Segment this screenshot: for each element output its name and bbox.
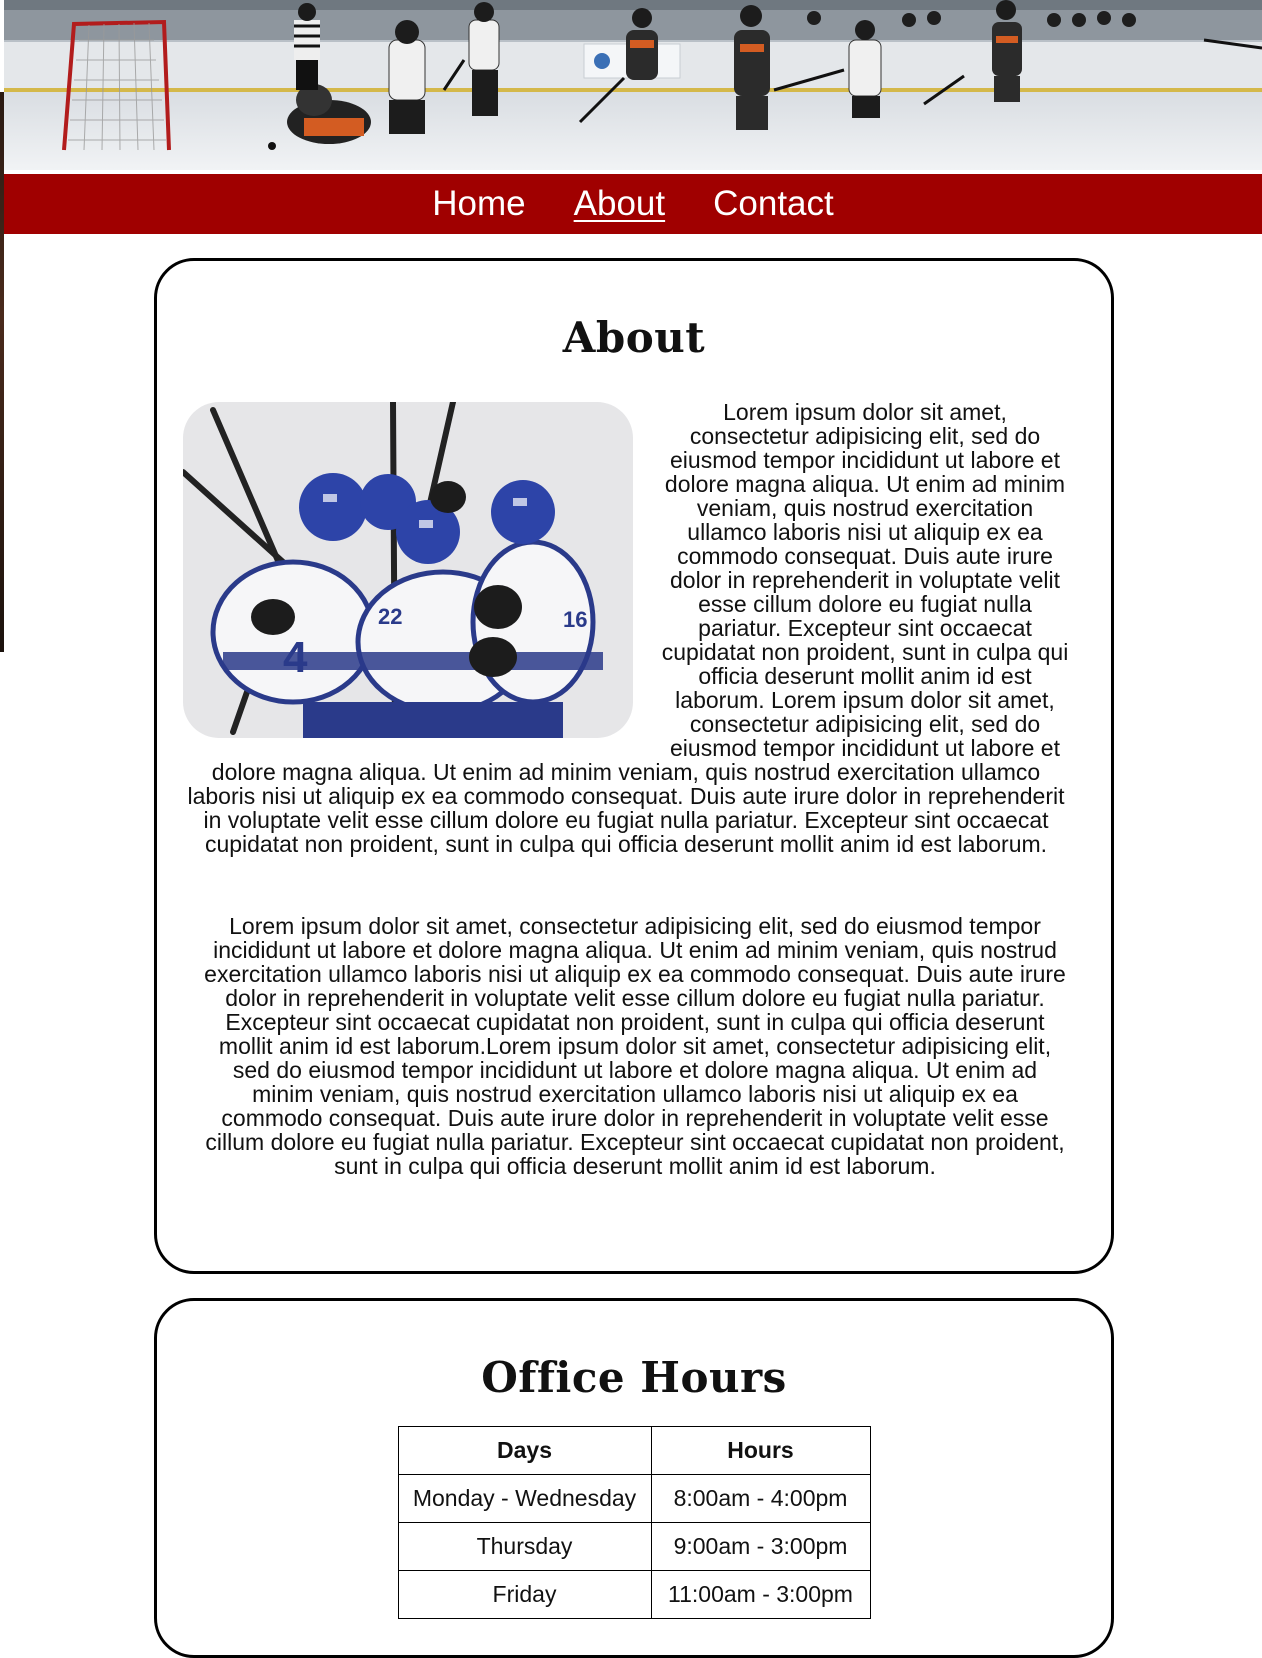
table-cell-hours: 11:00am - 3:00pm: [650, 1570, 871, 1619]
table-cell-days: Thursday: [397, 1522, 652, 1571]
about-paragraph-2: Lorem ipsum dolor sit amet, consectetur …: [204, 913, 1066, 1179]
hockey-team-photo: 4 22 16: [183, 402, 633, 738]
column-header-hours: Hours: [650, 1426, 871, 1475]
office-hours-table: Days Hours Monday - Wednesday 8:00am - 4…: [397, 1426, 871, 1619]
table-row: Monday - Wednesday 8:00am - 4:00pm: [397, 1474, 871, 1523]
office-hours-card: Office Hours Days Hours Monday - Wednesd…: [154, 1298, 1114, 1658]
table-cell-hours: 9:00am - 3:00pm: [650, 1522, 871, 1571]
svg-text:16: 16: [563, 607, 587, 632]
main-navigation: Home About Contact: [4, 174, 1262, 234]
table-cell-days: Friday: [397, 1570, 652, 1619]
svg-text:4: 4: [283, 633, 308, 682]
office-hours-heading: Office Hours: [481, 1353, 787, 1402]
table-header-row: Days Hours: [397, 1426, 871, 1475]
svg-text:22: 22: [378, 604, 402, 629]
nav-link-contact[interactable]: Contact: [713, 184, 834, 224]
table-cell-days: Monday - Wednesday: [397, 1474, 652, 1523]
nav-link-home[interactable]: Home: [432, 184, 525, 224]
about-heading: About: [562, 313, 706, 362]
column-header-days: Days: [397, 1426, 652, 1475]
about-card: About 4 22 16 Lorem ipsum dolor sit amet…: [154, 258, 1114, 1274]
table-row: Thursday 9:00am - 3:00pm: [397, 1522, 871, 1571]
header-banner-image: [4, 0, 1262, 170]
about-body: 4 22 16 Lorem ipsum dolor sit amet, cons…: [157, 362, 1111, 1178]
nav-link-about[interactable]: About: [574, 184, 665, 224]
table-cell-hours: 8:00am - 4:00pm: [650, 1474, 871, 1523]
table-row: Friday 11:00am - 3:00pm: [397, 1570, 871, 1619]
